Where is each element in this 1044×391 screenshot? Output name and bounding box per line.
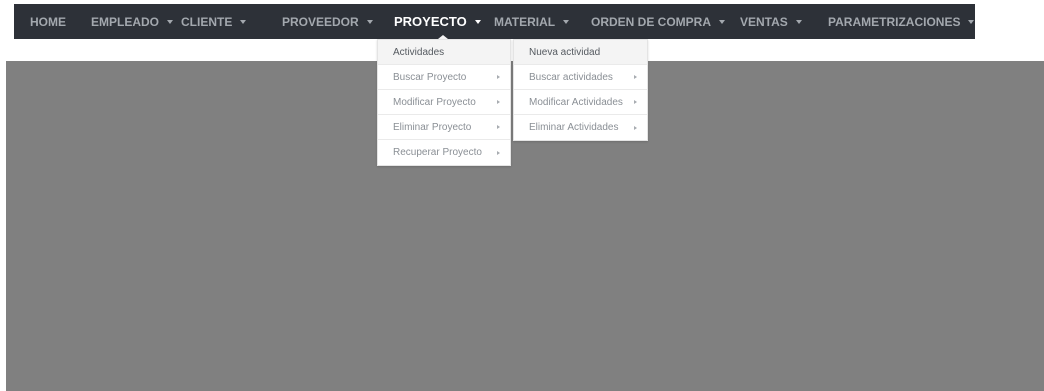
menu-item-nueva-actividad[interactable]: Nueva actividad: [514, 40, 647, 65]
menu-item-label: Modificar Actividades: [529, 96, 623, 108]
chevron-right-icon: [634, 75, 637, 79]
nav-item-label: VENTAS: [740, 14, 788, 29]
menu-item-eliminar-proyecto[interactable]: Eliminar Proyecto: [378, 115, 510, 140]
nav-item-label: ORDEN DE COMPRA: [591, 14, 712, 29]
caret-down-icon: [366, 20, 373, 24]
chevron-right-icon: [497, 75, 500, 79]
nav-item-label: CLIENTE: [181, 14, 233, 29]
menu-item-modificar-proyecto[interactable]: Modificar Proyecto: [378, 90, 510, 115]
chevron-right-icon: [634, 100, 637, 104]
nav-item-label: MATERIAL: [494, 14, 556, 29]
chevron-right-icon: [497, 150, 500, 155]
nav-item-home[interactable]: HOME: [30, 4, 66, 39]
nav-item-label: EMPLEADO: [91, 14, 160, 29]
chevron-right-icon: [497, 125, 500, 129]
menu-item-label: Buscar actividades: [529, 71, 613, 83]
caret-down-icon: [719, 20, 726, 24]
chevron-right-icon: [497, 100, 500, 104]
menu-item-label: Eliminar Proyecto: [393, 121, 472, 133]
caret-down-icon: [240, 20, 247, 24]
caret-down-icon: [968, 20, 975, 24]
main-navbar: HOME EMPLEADO CLIENTE PROVEEDOR PROYECTO…: [14, 4, 975, 39]
nav-item-proveedor[interactable]: PROVEEDOR: [282, 4, 373, 39]
caret-down-icon: [563, 20, 570, 24]
chevron-right-icon: [634, 125, 637, 130]
caret-down-icon: [795, 20, 802, 24]
nav-item-label: PROVEEDOR: [282, 14, 359, 29]
caret-down-icon: [167, 20, 174, 24]
nav-item-parametrizaciones[interactable]: PARAMETRIZACIONES: [828, 4, 975, 39]
menu-item-label: Buscar Proyecto: [393, 71, 467, 83]
menu-item-recuperar-proyecto[interactable]: Recuperar Proyecto: [378, 140, 510, 165]
nav-item-ventas[interactable]: VENTAS: [740, 4, 802, 39]
menu-item-label: Recuperar Proyecto: [393, 147, 482, 158]
menu-item-actividades[interactable]: Actividades: [378, 40, 510, 65]
nav-item-cliente[interactable]: CLIENTE: [181, 4, 247, 39]
nav-item-label: HOME: [30, 14, 66, 29]
menu-item-label: Nueva actividad: [529, 46, 601, 58]
menu-item-buscar-actividades[interactable]: Buscar actividades: [514, 65, 647, 90]
menu-item-buscar-proyecto[interactable]: Buscar Proyecto: [378, 65, 510, 90]
nav-item-label: PROYECTO: [394, 14, 467, 29]
nav-item-proyecto[interactable]: PROYECTO: [394, 4, 481, 39]
nav-item-empleado[interactable]: EMPLEADO: [91, 4, 174, 39]
menu-item-label: Actividades: [393, 46, 445, 58]
menu-item-eliminar-actividades[interactable]: Eliminar Actividades: [514, 115, 647, 140]
menu-item-label: Modificar Proyecto: [393, 96, 476, 108]
caret-down-icon: [474, 20, 481, 24]
actividades-submenu: Nueva actividad Buscar actividades Modif…: [513, 39, 648, 141]
nav-item-orden-de-compra[interactable]: ORDEN DE COMPRA: [591, 4, 726, 39]
menu-item-label: Eliminar Actividades: [529, 122, 619, 133]
nav-item-label: PARAMETRIZACIONES: [828, 14, 961, 29]
proyecto-dropdown-menu: Actividades Buscar Proyecto Modificar Pr…: [377, 39, 511, 166]
nav-item-material[interactable]: MATERIAL: [494, 4, 570, 39]
menu-item-modificar-actividades[interactable]: Modificar Actividades: [514, 90, 647, 115]
